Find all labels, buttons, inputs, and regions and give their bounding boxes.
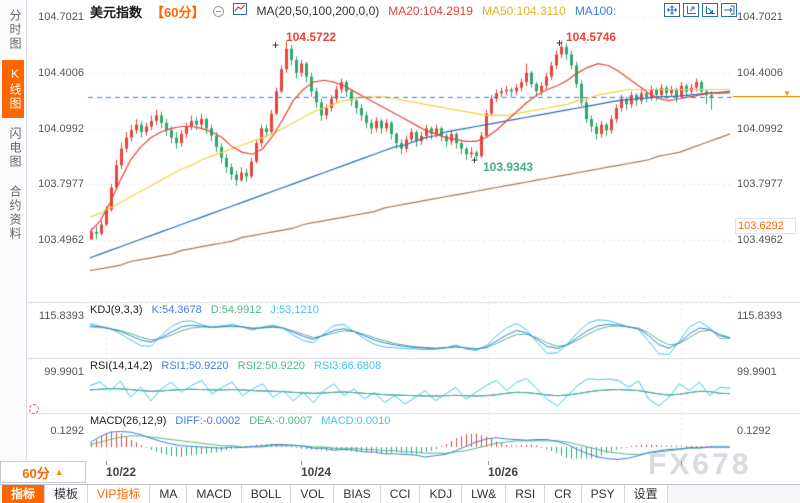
low-cross-marker: + — [471, 155, 478, 165]
high1-annotation: 104.5722 — [286, 30, 336, 44]
chart-toolbox — [664, 3, 737, 17]
axis-right-label: 103.7977 — [737, 178, 783, 190]
axis-left-label: 104.7021 — [30, 11, 84, 23]
kdj-k-value: K:54.3678 — [152, 304, 202, 316]
ma100-value: MA100: — [575, 4, 616, 18]
axis-right-label: 103.4962 — [737, 234, 783, 246]
current-price-marker-icon: ▼ — [783, 90, 791, 98]
rsi-header: RSI(14,14,2) RSI1:50.9220 RSI2:50.9220 R… — [90, 360, 381, 372]
macd-dea-value: DEA:-0.0007 — [249, 415, 312, 427]
macd-title: MACD(26,12,9) — [90, 415, 166, 427]
tab-bias[interactable]: BIAS — [334, 485, 380, 503]
rsi3-value: RSI3:66.6808 — [314, 360, 381, 372]
rsi1-value: RSI1:50.9220 — [161, 360, 228, 372]
pan-move-icon[interactable] — [664, 3, 680, 17]
tab-rsi[interactable]: RSI — [506, 485, 545, 503]
ma50-value: MA50:104.3110 — [482, 4, 566, 18]
axis-left-label: 103.4962 — [30, 234, 84, 246]
sidebar-item-lightning-chart[interactable]: 闪电图 — [2, 120, 24, 176]
tab-settings[interactable]: 设置 — [625, 485, 668, 503]
macd-diff-value: DIFF:-0.0002 — [175, 415, 240, 427]
tab-vip-indicator[interactable]: VIP指标 — [88, 485, 150, 503]
tab-cci[interactable]: CCI — [381, 485, 421, 503]
tab-vol[interactable]: VOL — [291, 485, 334, 503]
macd-scale-left: 0.1292 — [30, 425, 84, 437]
tab-indicator[interactable]: 指标 — [2, 485, 45, 503]
rsi2-value: RSI2:50.9220 — [238, 360, 305, 372]
high-cross-marker: + — [556, 38, 563, 48]
ma20-value: MA20:104.2919 — [388, 4, 473, 18]
low1-annotation: 103.9343 — [483, 160, 533, 174]
period-selector-label: 60分 — [22, 463, 49, 482]
chart-canvas[interactable] — [0, 0, 800, 460]
axis-left-label: 104.0992 — [30, 123, 84, 135]
kdj-title: KDJ(9,3,3) — [90, 304, 143, 316]
tab-psy[interactable]: PSY — [582, 485, 625, 503]
sidebar-item-contract-info[interactable]: 合约资料 — [2, 178, 24, 248]
sidebar: 分时图 K线图 闪电图 合约资料 — [0, 0, 27, 460]
period-label: 【60分】 — [151, 2, 204, 21]
timeline-row: 60分 ▲ 10/22 10/24 10/26 — [0, 460, 800, 484]
ma-settings-label: MA(20,50,100,200,0,0) — [256, 4, 379, 18]
date-label: 10/26 — [488, 465, 518, 479]
date-label: 10/22 — [106, 465, 136, 479]
macd-macd-value: MACD:0.0010 — [321, 415, 390, 427]
sidebar-item-kline-chart[interactable]: K线图 — [2, 60, 24, 118]
axis-right-label: 104.0992 — [737, 123, 783, 135]
page-forward-icon[interactable] — [721, 3, 737, 17]
tab-cr[interactable]: CR — [545, 485, 581, 503]
axis-right-label: 104.7021 — [737, 11, 783, 23]
macd-scale-right: 0.1292 — [737, 425, 771, 437]
macd-header: MACD(26,12,9) DIFF:-0.0002 DEA:-0.0007 M… — [90, 415, 390, 427]
axis-right-label: 104.4006 — [737, 67, 783, 79]
rsi-scale-left: 99.9901 — [30, 366, 84, 378]
trading-app: 分时图 K线图 闪电图 合约资料 美元指数 【60分】 MA(20,50,100… — [0, 0, 800, 503]
tab-boll[interactable]: BOLL — [242, 485, 292, 503]
dropdown-arrow-icon: ▲ — [55, 467, 64, 477]
indicator-toolbar: 指标 模板 VIP指标 MA MACD BOLL VOL BIAS CCI KD… — [0, 484, 800, 503]
rsi-title: RSI(14,14,2) — [90, 360, 152, 372]
panel-gadget-icon[interactable] — [29, 404, 39, 414]
settlement-price-tag: 103.6292 — [735, 218, 796, 234]
axis-zoom-up-icon[interactable] — [683, 3, 699, 17]
high2-annotation: 104.5746 — [566, 30, 616, 44]
kdj-scale-left: 115.8393 — [30, 310, 84, 322]
period-selector[interactable]: 60分 ▲ — [0, 461, 86, 483]
tab-template[interactable]: 模板 — [45, 485, 88, 503]
axis-left-label: 103.7977 — [30, 178, 84, 190]
sidebar-item-time-chart[interactable]: 分时图 — [2, 2, 24, 58]
rsi-scale-right: 99.9901 — [737, 366, 777, 378]
tab-ma[interactable]: MA — [150, 485, 187, 503]
chart-type-icon[interactable] — [233, 2, 247, 20]
date-tick — [681, 461, 682, 465]
chart-legend: 美元指数 【60分】 MA(20,50,100,200,0,0) MA20:10… — [90, 3, 616, 19]
tab-lw[interactable]: LW& — [462, 485, 506, 503]
kdj-scale-right: 115.8393 — [737, 310, 782, 322]
high-cross-marker: + — [272, 40, 279, 50]
collapse-icon[interactable] — [213, 6, 224, 17]
axis-left-label: 104.4006 — [30, 67, 84, 79]
kdj-header: KDJ(9,3,3) K:54.3678 D:54.9912 J:53.1210 — [90, 304, 319, 316]
tab-macd[interactable]: MACD — [187, 485, 241, 503]
date-label: 10/24 — [301, 465, 331, 479]
symbol-title: 美元指数 — [90, 2, 142, 21]
axis-zoom-right-icon[interactable] — [702, 3, 718, 17]
kdj-d-value: D:54.9912 — [211, 304, 262, 316]
kdj-j-value: J:53.1210 — [271, 304, 319, 316]
tab-kdj[interactable]: KDJ — [420, 485, 462, 503]
